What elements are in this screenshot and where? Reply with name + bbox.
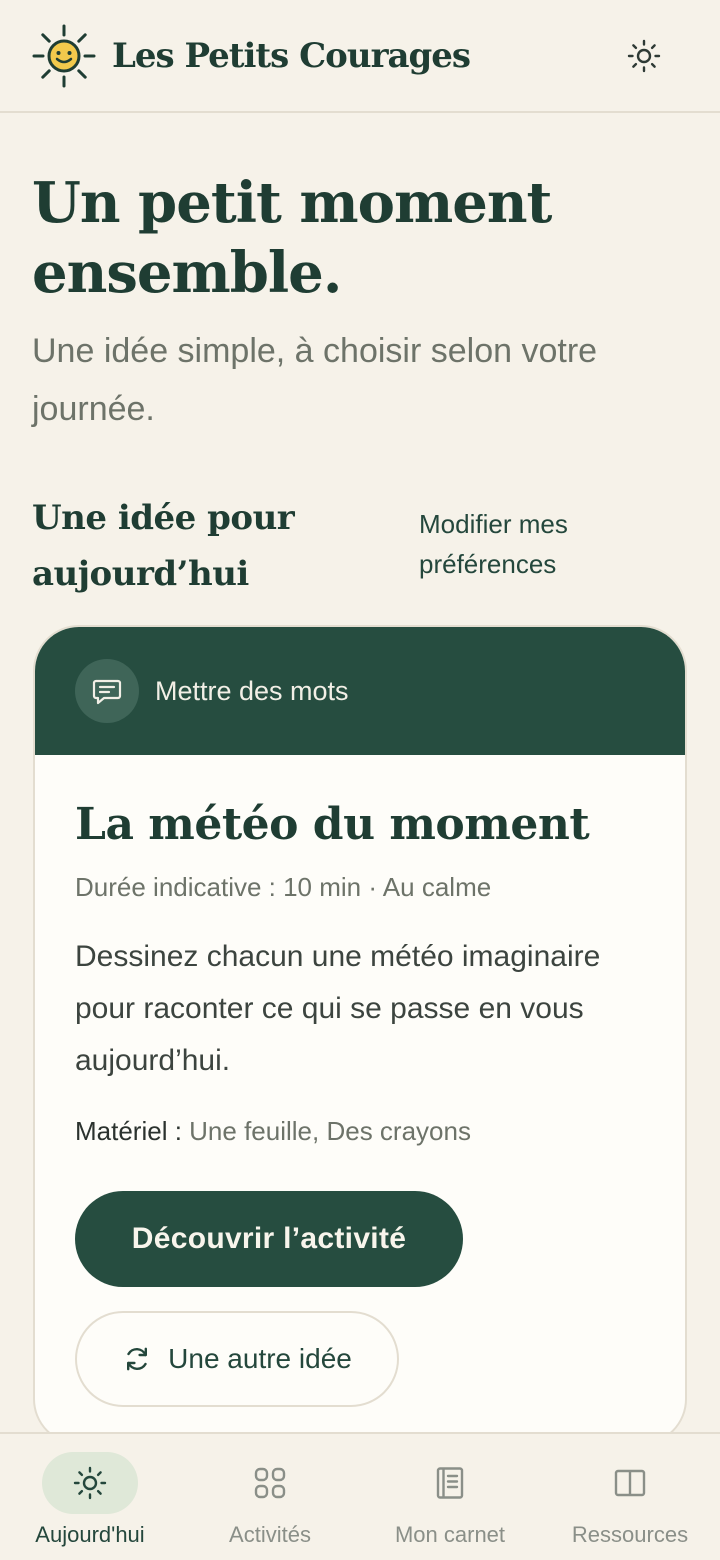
grid-icon xyxy=(254,1467,286,1499)
brand-name: Les Petits Courages xyxy=(112,36,471,76)
material-value: Une feuille, Des crayons xyxy=(189,1116,471,1146)
activity-meta: Durée indicative : 10 min · Au calme xyxy=(75,872,492,902)
book-open-icon xyxy=(614,1469,646,1497)
activity-category: Mettre des mots xyxy=(155,676,349,706)
app-header: Les Petits Courages xyxy=(0,0,720,113)
nav-item-notebook[interactable]: Mon carnet xyxy=(360,1452,540,1552)
nav-item-activities[interactable]: Activités xyxy=(180,1452,360,1552)
sun-icon xyxy=(627,39,661,73)
edit-preferences-link[interactable]: Modifier mes préférences xyxy=(419,504,649,584)
theme-toggle-button[interactable] xyxy=(616,28,672,84)
activity-description: Dessinez chacun une météo imaginaire pou… xyxy=(75,940,601,1077)
sun-icon xyxy=(73,1466,107,1500)
app-screen: Les Petits Courages Un petit moment ense… xyxy=(0,0,720,1560)
nav-label-activities: Activités xyxy=(229,1522,311,1547)
activity-material: Matériel : Une feuille, Des crayons xyxy=(75,1113,655,1149)
refresh-icon xyxy=(127,1347,148,1371)
section-title: Une idée pour aujourd’hui xyxy=(32,498,295,594)
discover-activity-button[interactable]: Découvrir l’activité xyxy=(75,1191,463,1287)
another-idea-button[interactable]: Une autre idée xyxy=(75,1311,399,1407)
nav-label-resources: Ressources xyxy=(571,1522,689,1547)
discover-activity-label: Découvrir l’activité xyxy=(131,1222,407,1255)
nav-label-today: Aujourd'hui xyxy=(35,1522,145,1547)
page-title: Un petit moment ensemble. xyxy=(32,170,552,306)
activity-title: La météo du moment xyxy=(75,799,590,850)
bottom-navigation: Aujourd'hui Activités Mon carnet Ressour… xyxy=(0,1432,720,1560)
activity-card: Mettre des mots La météo du moment Durée… xyxy=(33,625,687,1445)
speech-bubble-icon xyxy=(75,659,139,723)
material-label: Matériel : xyxy=(75,1116,182,1146)
notebook-icon xyxy=(436,1467,464,1499)
page-subtitle: Une idée simple, à choisir selon votre j… xyxy=(32,332,598,428)
activity-category-banner: Mettre des mots xyxy=(35,627,685,755)
another-idea-label: Une autre idée xyxy=(168,1343,352,1374)
nav-item-resources[interactable]: Ressources xyxy=(540,1452,720,1552)
nav-label-notebook: Mon carnet xyxy=(394,1522,506,1547)
smiling-sun-icon xyxy=(32,24,96,88)
nav-item-today[interactable]: Aujourd'hui xyxy=(0,1452,180,1552)
nav-active-indicator xyxy=(42,1452,138,1514)
